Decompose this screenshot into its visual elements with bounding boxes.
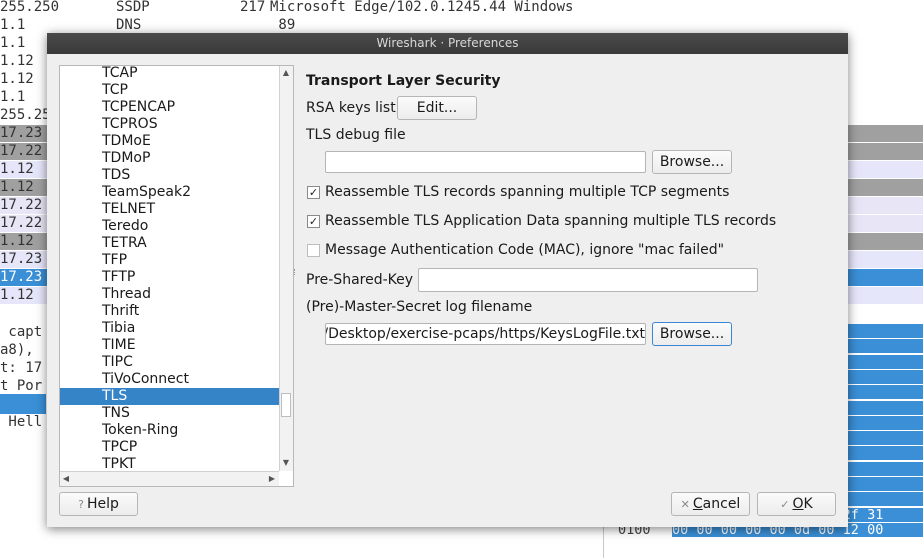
detail-line[interactable]: a8), [0, 340, 46, 360]
help-button[interactable]: ? Help [59, 492, 138, 516]
packet-cell: SSDP [116, 0, 150, 15]
packet-cell: 1.1 [0, 89, 26, 105]
packet-cell: 1.12 [0, 179, 34, 195]
mac-ignore-checkbox[interactable] [307, 244, 320, 257]
check-icon: ✓ [780, 498, 790, 511]
packet-row[interactable]: 1.1 DNS 89 [0, 17, 923, 34]
protocol-item[interactable]: TELNET [60, 201, 279, 218]
packet-cell: 255.25 [0, 107, 51, 123]
vertical-scrollbar[interactable]: ▲ ▼ [279, 66, 293, 471]
packet-cell: 1.1 [0, 17, 26, 33]
packet-row[interactable]: 255.250 SSDP 217 Microsoft Edge/102.0.1245.… [0, 0, 923, 16]
packet-cell: 17.23 [0, 251, 43, 267]
detail-line[interactable]: capt [0, 322, 46, 342]
cancel-icon: ✕ [680, 498, 690, 511]
packet-cell: Microsoft Edge/102.0.1245.44 Windows [270, 0, 574, 15]
protocol-item[interactable]: TiVoConnect [60, 371, 279, 388]
splitter-handle[interactable] [294, 269, 297, 275]
mac-ignore-label[interactable]: Message Authentication Code (MAC), ignor… [325, 242, 724, 258]
psk-input[interactable] [418, 268, 758, 292]
reassemble-records-checkbox[interactable]: ✓ [307, 186, 320, 199]
protocol-item[interactable]: TLS [60, 388, 279, 405]
section-title: Transport Layer Security [306, 73, 501, 89]
reassemble-appdata-checkbox[interactable]: ✓ [307, 215, 320, 228]
protocol-item[interactable]: TNS [60, 405, 279, 422]
protocol-item[interactable]: Thrift [60, 303, 279, 320]
protocol-item[interactable]: Thread [60, 286, 279, 303]
packet-cell: 17.23 [0, 269, 43, 285]
rsa-keys-label: RSA keys list [306, 100, 396, 116]
cancel-button-label: Cancel [692, 496, 741, 512]
dialog-title[interactable]: Wireshark · Preferences [47, 33, 848, 54]
scroll-up-icon[interactable]: ▲ [280, 68, 292, 78]
help-button-label: Help [86, 496, 119, 512]
protocol-item[interactable]: TIME [60, 337, 279, 354]
protocol-item[interactable]: TFTP [60, 269, 279, 286]
help-icon: ? [78, 498, 84, 511]
reassemble-appdata-label[interactable]: Reassemble TLS Application Data spanning… [325, 213, 776, 229]
packet-cell: 1.12 [0, 161, 34, 177]
scroll-left-icon[interactable]: ◀ [60, 474, 72, 484]
protocol-item[interactable]: TDS [60, 167, 279, 184]
packet-cell: 89 [270, 17, 296, 33]
packet-cell: 17.22 [0, 143, 43, 159]
detail-line[interactable]: t: 17 [0, 358, 46, 378]
packet-cell: 217 [240, 0, 266, 15]
packet-cell: 1.12 [0, 71, 34, 87]
packet-details-pane: capt a8), t: 17 t Por Hell [0, 318, 46, 558]
protocol-item[interactable]: Tibia [60, 320, 279, 337]
ok-button-label: OK [792, 496, 813, 512]
protocol-item[interactable]: Teredo [60, 218, 279, 235]
tls-debug-file-input[interactable] [325, 151, 646, 173]
packet-cell: 255.250 [0, 0, 60, 15]
horizontal-scrollbar[interactable]: ◀ ▶ [60, 471, 279, 486]
protocol-tree[interactable]: TCAP TCP TCPENCAP TCPROS TDMoE TDMoP TDS TeamSp… [59, 65, 294, 487]
master-secret-label: (Pre)-Master-Secret log filename [306, 299, 533, 315]
master-secret-value: /Desktop/exercise-pcaps/https/KeysLogFil… [325, 326, 645, 342]
detail-line[interactable]: Hell [0, 412, 46, 432]
packet-cell: 17.22 [0, 215, 43, 231]
packet-cell: 1.12 [0, 233, 34, 249]
cancel-button[interactable]: ✕ Cancel [671, 492, 750, 516]
protocol-item[interactable]: TETRA [60, 235, 279, 252]
tls-debug-file-label: TLS debug file [306, 127, 406, 143]
protocol-item[interactable]: Token-Ring [60, 422, 279, 439]
master-secret-browse-button[interactable]: Browse... [652, 322, 732, 346]
master-secret-input[interactable]: /Desktop/exercise-pcaps/https/KeysLogFil… [325, 323, 646, 345]
psk-label: Pre-Shared-Key [306, 272, 414, 288]
scroll-down-icon[interactable]: ▼ [280, 458, 292, 468]
detail-line[interactable] [0, 394, 46, 414]
packet-cell: 17.23 [0, 125, 43, 141]
protocol-item[interactable]: TCAP [60, 66, 279, 82]
rsa-keys-edit-button[interactable]: Edit... [397, 96, 477, 120]
ok-button[interactable]: ✓ OK [757, 492, 836, 516]
packet-cell: 1.12 [0, 287, 34, 303]
packet-cell: 17.22 [0, 197, 43, 213]
protocol-item[interactable]: TPCP [60, 439, 279, 456]
protocol-item[interactable]: TCP [60, 82, 279, 99]
reassemble-records-label[interactable]: Reassemble TLS records spanning multiple… [325, 184, 729, 200]
scrollbar-thumb[interactable] [281, 393, 291, 417]
protocol-item[interactable]: TCPENCAP [60, 99, 279, 116]
packet-cell: 1.12 [0, 53, 34, 69]
protocol-item[interactable]: TeamSpeak2 [60, 184, 279, 201]
tls-debug-browse-button[interactable]: Browse... [652, 150, 732, 174]
protocol-item[interactable]: TFP [60, 252, 279, 269]
protocol-item[interactable]: TDMoE [60, 133, 279, 150]
protocol-item[interactable]: TDMoP [60, 150, 279, 167]
protocol-item[interactable]: TCPROS [60, 116, 279, 133]
scroll-right-icon[interactable]: ▶ [266, 474, 278, 484]
packet-cell: DNS [116, 17, 142, 33]
detail-line[interactable]: t Por [0, 376, 46, 396]
preferences-dialog: Wireshark · Preferences TCAP TCP TCPENCAP T… [47, 33, 848, 527]
protocol-item[interactable]: TIPC [60, 354, 279, 371]
packet-cell: 1.1 [0, 35, 26, 51]
